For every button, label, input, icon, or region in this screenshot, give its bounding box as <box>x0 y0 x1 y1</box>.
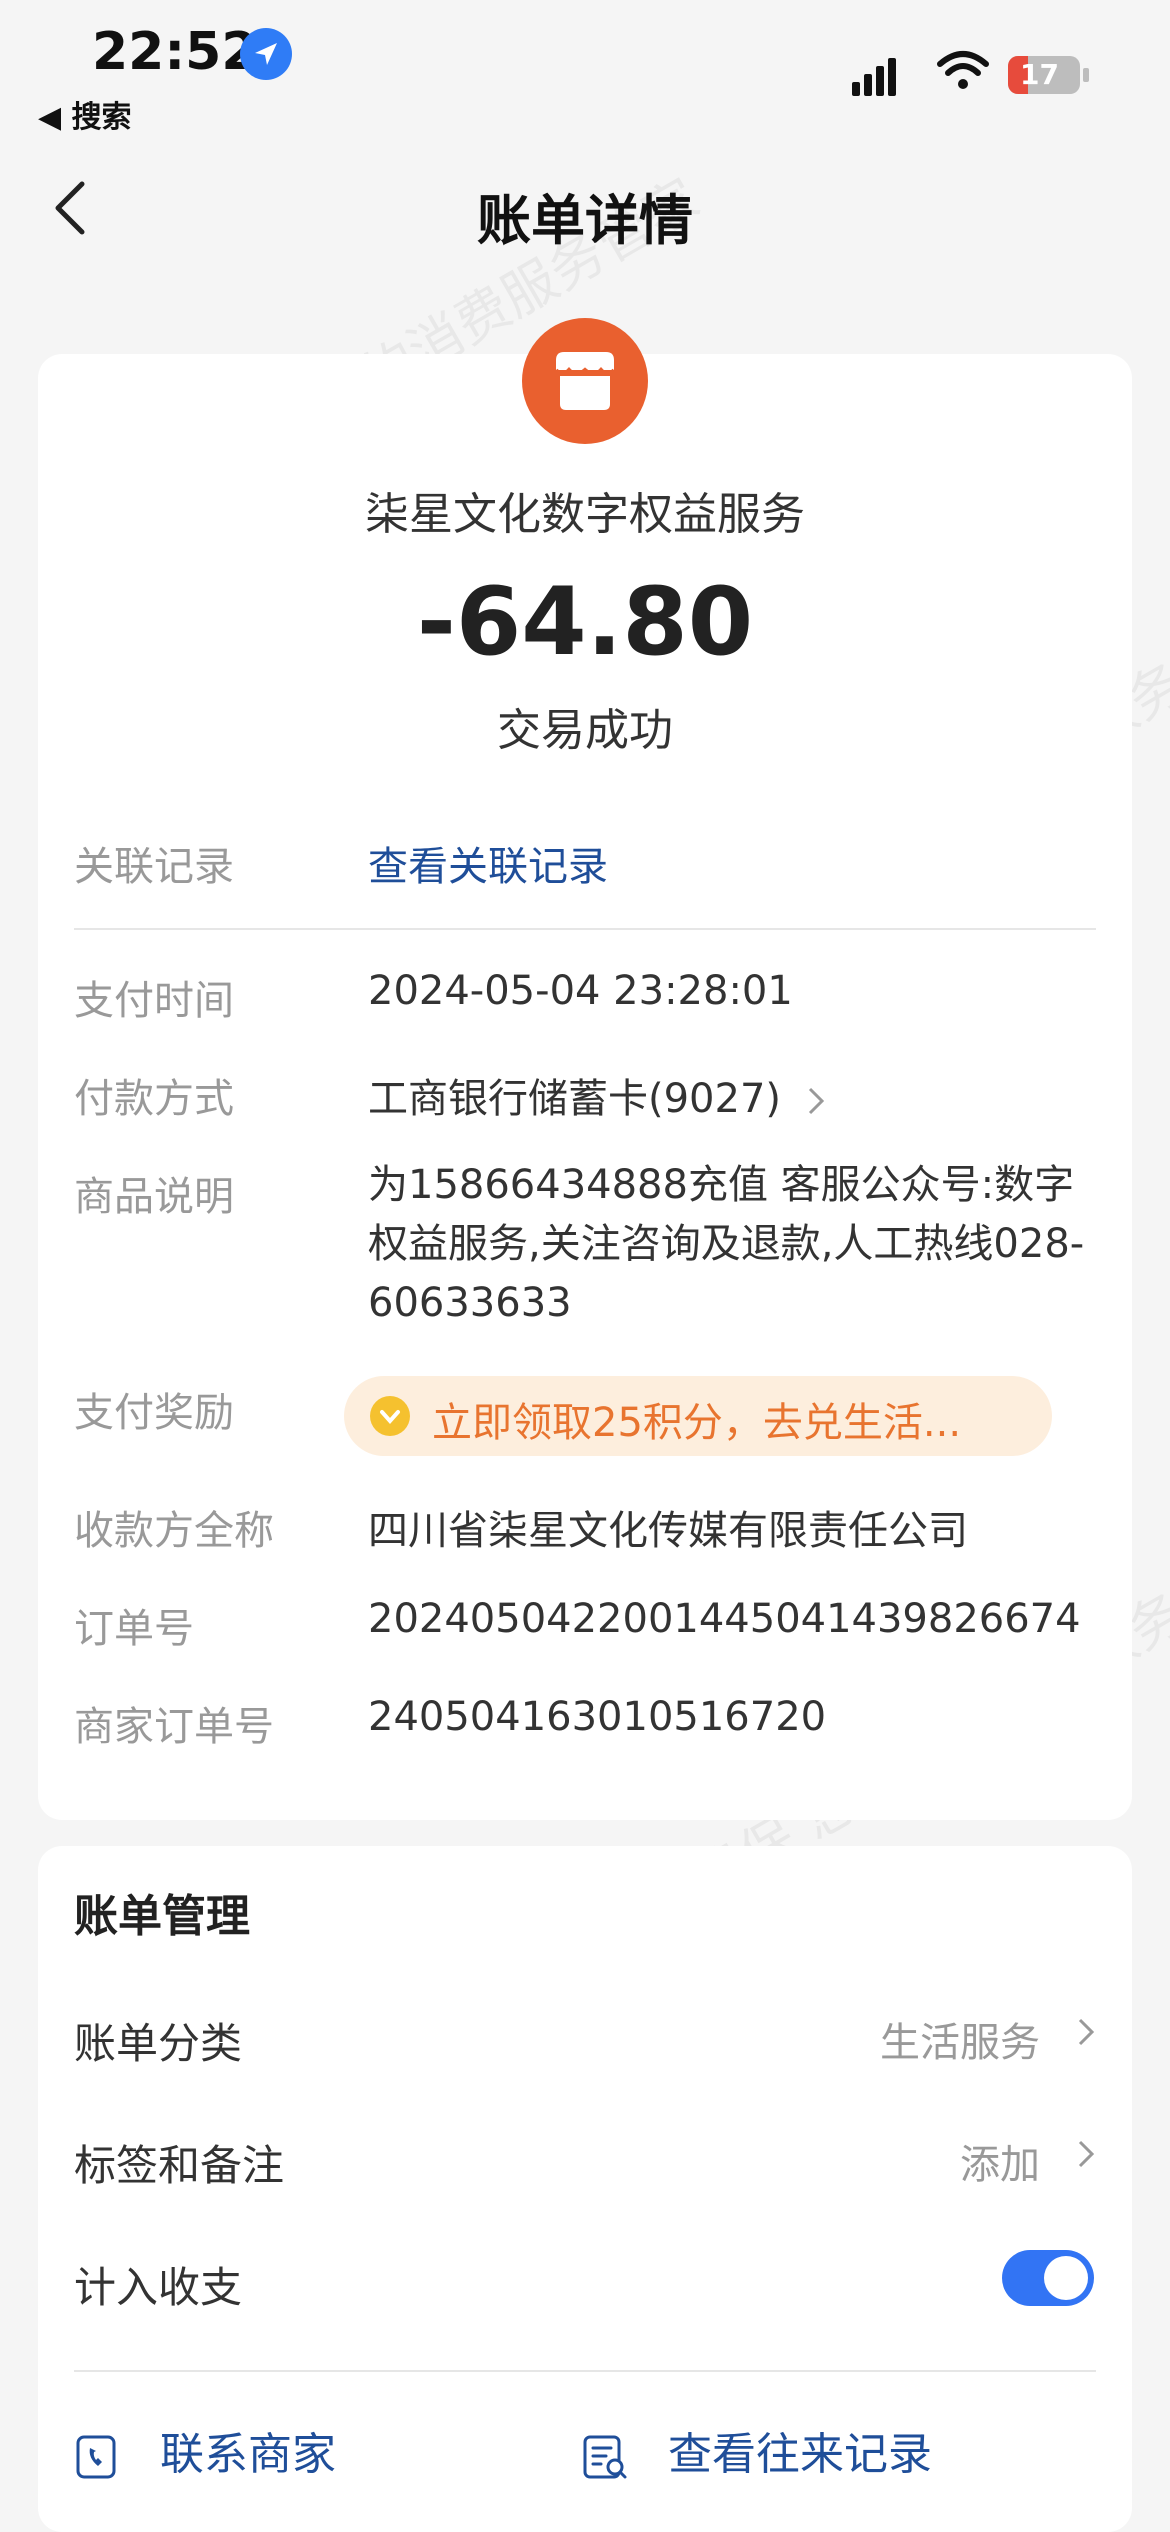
view-related-records-link[interactable]: 查看关联记录 <box>368 834 608 892</box>
payee-full-name-value: 四川省柒星文化传媒有限责任公司 <box>368 1508 968 1554</box>
battery-icon: 17 <box>1008 56 1080 94</box>
reward-text: 立即领取25积分，去兑生活... <box>432 1400 962 1446</box>
transaction-amount: -64.80 <box>416 568 754 677</box>
status-time: 22:52 <box>92 22 258 82</box>
cellular-signal-icon <box>852 58 900 96</box>
bill-category-label[interactable]: 账单分类 <box>74 2010 242 2071</box>
payment-method-text: 工商银行储蓄卡(9027) <box>368 1076 782 1122</box>
battery-level: 17 <box>1020 58 1059 91</box>
divider <box>74 2370 1096 2372</box>
order-number-value: 2024050422001445041439826674 <box>368 1596 1081 1642</box>
merchant-name: 柒星文化数字权益服务 <box>365 489 805 540</box>
view-history-label: 查看往来记录 <box>668 2429 932 2480</box>
battery-tip <box>1083 68 1089 82</box>
divider <box>74 928 1096 930</box>
phone-icon <box>76 2435 116 2479</box>
contact-merchant-button[interactable]: 联系商家 <box>74 2418 336 2482</box>
chevron-right-icon <box>808 1087 824 1115</box>
chevron-right-icon <box>1072 2134 1100 2174</box>
order-number-label: 订单号 <box>74 1606 194 1652</box>
back-to-search-link[interactable]: ◀ 搜索 <box>38 92 132 136</box>
reward-claim-button[interactable]: 立即领取25积分，去兑生活... <box>344 1376 1052 1456</box>
contact-merchant-label: 联系商家 <box>160 2429 336 2480</box>
coin-icon <box>370 1396 410 1436</box>
payment-method-value[interactable]: 工商银行储蓄卡(9027) <box>368 1066 828 1124</box>
transaction-status: 交易成功 <box>497 705 673 756</box>
product-description-label: 商品说明 <box>74 1174 234 1220</box>
payee-full-name-label: 收款方全称 <box>74 1508 274 1554</box>
view-history-button[interactable]: 查看往来记录 <box>582 2418 932 2482</box>
navigation-bar: 账单详情 <box>0 140 1170 270</box>
wifi-icon <box>936 50 990 92</box>
count-in-budget-toggle[interactable] <box>1002 2250 1094 2306</box>
tags-notes-label[interactable]: 标签和备注 <box>74 2132 284 2193</box>
page-title: 账单详情 <box>477 189 693 252</box>
payment-method-label: 付款方式 <box>74 1076 234 1122</box>
history-list-icon <box>583 2435 627 2479</box>
chevron-right-icon <box>1072 2012 1100 2052</box>
store-icon <box>522 318 648 444</box>
bill-category-value[interactable]: 生活服务 <box>880 2010 1040 2068</box>
location-arrow-icon <box>240 28 292 80</box>
count-in-budget-label: 计入收支 <box>74 2263 243 2312</box>
bill-management-title: 账单管理 <box>74 1891 250 1942</box>
payment-time-label: 支付时间 <box>74 978 234 1024</box>
status-bar: 22:52 ◀ 搜索 17 <box>0 0 1170 140</box>
payment-time-value: 2024-05-04 23:28:01 <box>368 968 793 1014</box>
product-description-value: 为15866434888充值 客服公众号:数字权益服务,关注咨询及退款,人工热线… <box>368 1162 1085 1326</box>
payment-reward-label: 支付奖励 <box>74 1390 234 1436</box>
merchant-order-number-label: 商家订单号 <box>74 1704 274 1750</box>
merchant-order-number-value: 240504163010516720 <box>368 1694 827 1740</box>
toggle-knob <box>1044 2256 1088 2300</box>
tags-notes-value[interactable]: 添加 <box>960 2132 1040 2190</box>
related-records-label: 关联记录 <box>74 844 234 890</box>
